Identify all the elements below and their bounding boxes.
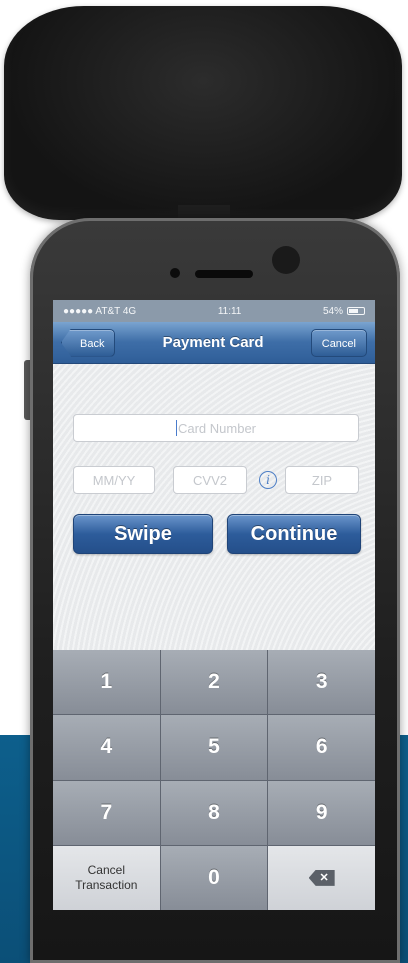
cvv-placeholder: CVV2 bbox=[193, 472, 227, 488]
card-reader-device bbox=[4, 6, 402, 220]
key-9[interactable]: 9 bbox=[268, 780, 375, 845]
battery-indicator: 54% bbox=[323, 306, 365, 317]
back-button[interactable]: Back bbox=[61, 328, 116, 357]
carrier-label: ●●●●● AT&T 4G bbox=[63, 305, 137, 317]
battery-icon bbox=[347, 307, 365, 315]
page-title: Payment Card bbox=[162, 334, 264, 351]
card-number-field[interactable]: Card Number bbox=[73, 414, 359, 442]
cancel-transaction-key[interactable]: Cancel Transaction bbox=[53, 845, 160, 910]
key-1[interactable]: 1 bbox=[53, 650, 160, 715]
clock-label: 11:11 bbox=[217, 305, 242, 317]
zip-placeholder: ZIP bbox=[311, 472, 333, 488]
cvv-field[interactable]: CVV2 bbox=[173, 466, 247, 494]
backspace-icon: ✕ bbox=[308, 869, 335, 886]
cancel-button[interactable]: Cancel bbox=[310, 328, 367, 357]
status-bar: ●●●●● AT&T 4G 11:11 54% bbox=[53, 300, 375, 322]
key-3[interactable]: 3 bbox=[268, 650, 375, 715]
expiry-placeholder: MM/YY bbox=[92, 472, 136, 488]
backspace-key[interactable]: ✕ bbox=[268, 845, 375, 910]
cancel-transaction-line1: Cancel bbox=[87, 862, 125, 877]
text-caret bbox=[175, 420, 177, 436]
proximity-sensor bbox=[272, 246, 300, 274]
key-8[interactable]: 8 bbox=[160, 780, 268, 845]
key-6[interactable]: 6 bbox=[268, 715, 375, 780]
swipe-button[interactable]: Swipe bbox=[73, 514, 213, 554]
cancel-transaction-line2: Transaction bbox=[75, 877, 138, 892]
expiry-field[interactable]: MM/YY bbox=[73, 466, 155, 494]
battery-percent: 54% bbox=[322, 305, 343, 317]
key-4[interactable]: 4 bbox=[53, 715, 160, 780]
earpiece-speaker bbox=[195, 270, 253, 278]
zip-field[interactable]: ZIP bbox=[285, 466, 359, 494]
card-number-placeholder: Card Number bbox=[177, 420, 257, 436]
key-5[interactable]: 5 bbox=[160, 715, 268, 780]
phone-screen: ●●●●● AT&T 4G 11:11 54% Back Payment Car… bbox=[53, 300, 375, 910]
key-2[interactable]: 2 bbox=[160, 650, 268, 715]
navigation-bar: Back Payment Card Cancel bbox=[53, 322, 375, 364]
continue-button[interactable]: Continue bbox=[227, 514, 361, 554]
numeric-keypad: 1 2 3 4 5 6 7 8 9 Cancel Transaction 0 ✕ bbox=[53, 650, 375, 910]
front-camera bbox=[170, 268, 180, 278]
key-7[interactable]: 7 bbox=[53, 780, 160, 845]
key-0[interactable]: 0 bbox=[160, 845, 268, 910]
info-icon[interactable]: i bbox=[259, 471, 277, 489]
payment-form: Card Number MM/YY CVV2 i ZIP Swipe Conti… bbox=[53, 364, 375, 650]
